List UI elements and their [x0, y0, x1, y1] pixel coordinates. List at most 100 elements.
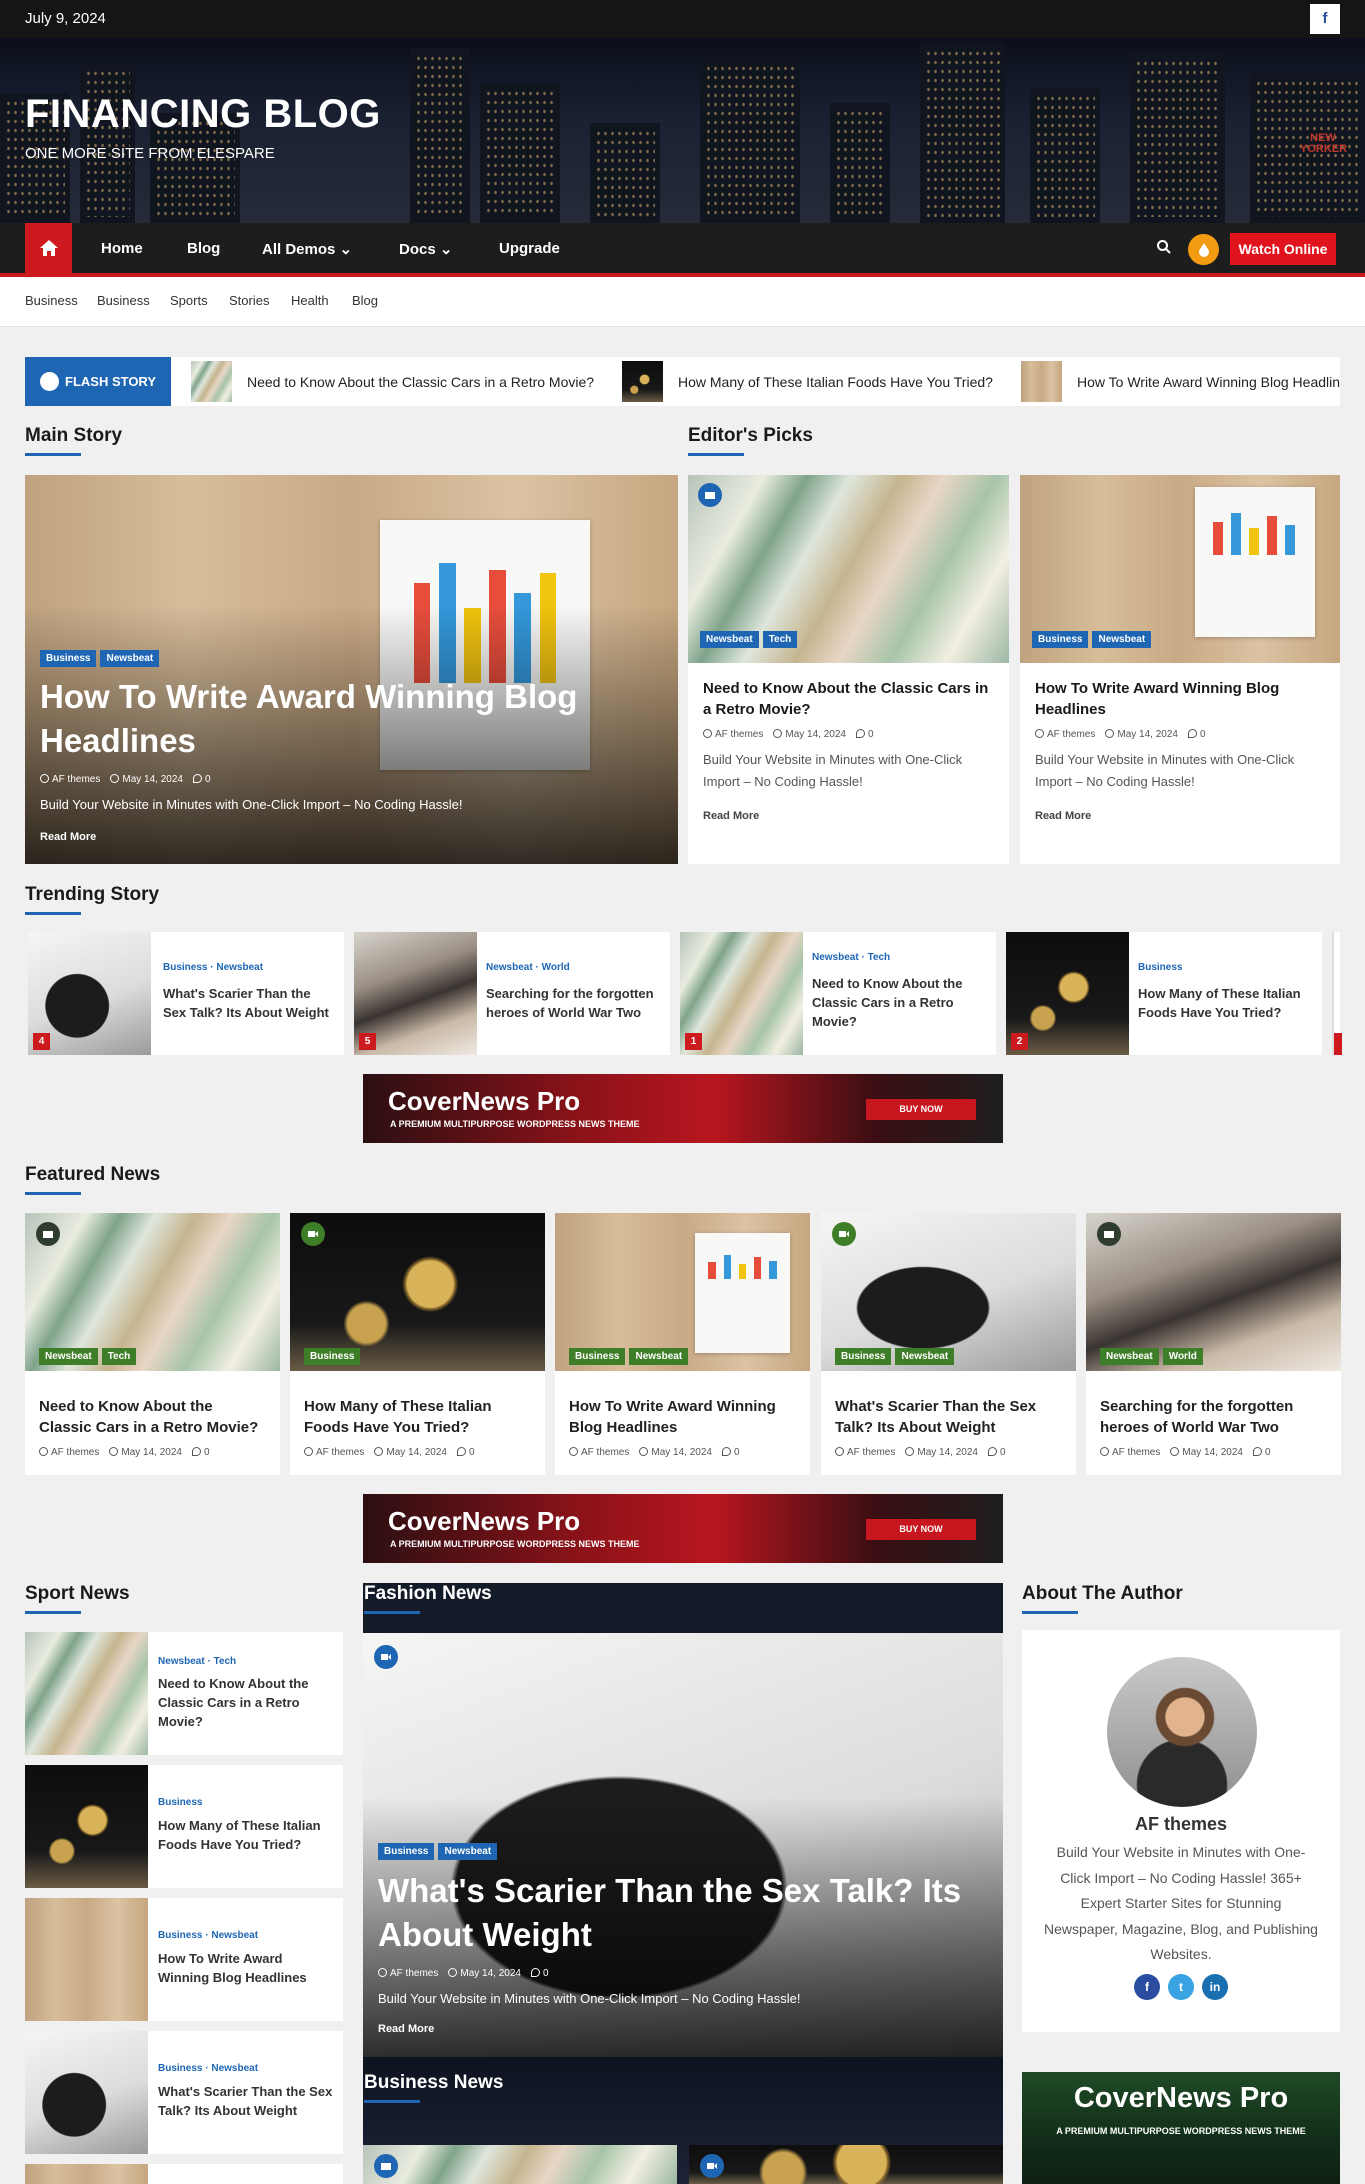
meta-author[interactable]: AF themes: [581, 1447, 629, 1458]
sport-item[interactable]: Business · Newsbeat How To Write Award W…: [25, 1898, 343, 2021]
sport-cats[interactable]: Business: [158, 1797, 202, 1808]
ad-banner[interactable]: CoverNews Pro A PREMIUM MULTIPURPOSE WOR…: [363, 1494, 1003, 1563]
trending-title[interactable]: Searching for the forgotten heroes of Wo…: [486, 984, 656, 1022]
home-icon[interactable]: [25, 223, 72, 273]
card-title[interactable]: How Many of These Italian Foods Have You…: [304, 1396, 534, 1438]
tag[interactable]: World: [1162, 1348, 1203, 1365]
trending-title[interactable]: How Many of These Italian Foods Have You…: [1138, 984, 1308, 1022]
nav-home[interactable]: Home: [101, 240, 143, 257]
nav-upgrade[interactable]: Upgrade: [499, 240, 560, 257]
tag[interactable]: Newsbeat: [700, 631, 759, 648]
meta-comments[interactable]: 0: [1000, 1447, 1006, 1458]
trending-cats[interactable]: Business: [1138, 962, 1182, 973]
tag[interactable]: Newsbeat: [100, 650, 160, 667]
tag[interactable]: Newsbeat: [1100, 1348, 1159, 1365]
sport-cats[interactable]: Business · Newsbeat: [158, 2063, 258, 2074]
buy-now-button[interactable]: BUY NOW: [866, 1519, 976, 1540]
ad-banner[interactable]: CoverNews Pro A PREMIUM MULTIPURPOSE WOR…: [363, 1074, 1003, 1143]
read-more-link[interactable]: Read More: [1035, 810, 1091, 822]
trending-item[interactable]: 5 Newsbeat · World Searching for the for…: [354, 932, 670, 1055]
main-story-card[interactable]: Business Newsbeat How To Write Award Win…: [25, 475, 678, 864]
tag[interactable]: Business: [304, 1348, 361, 1365]
featured-card[interactable]: Newsbeat World Searching for the forgott…: [1086, 1213, 1341, 1475]
submenu-item[interactable]: Sports: [170, 293, 208, 308]
card-image[interactable]: Business Newsbeat: [555, 1213, 810, 1371]
card-title[interactable]: Need to Know About the Classic Cars in a…: [703, 678, 998, 720]
card-title[interactable]: How To Write Award Winning Blog Headline…: [569, 1396, 799, 1438]
trending-item[interactable]: 4 Business · Newsbeat What's Scarier Tha…: [28, 932, 344, 1055]
meta-author[interactable]: AF themes: [390, 1968, 438, 1979]
trending-item[interactable]: 1 Newsbeat · Tech Need to Know About the…: [680, 932, 996, 1055]
watch-online-button[interactable]: Watch Online: [1230, 233, 1336, 265]
read-more-link[interactable]: Read More: [703, 810, 759, 822]
read-more-link[interactable]: Read More: [40, 831, 96, 843]
trending-title[interactable]: What's Scarier Than the Sex Talk? Its Ab…: [163, 984, 333, 1022]
card-image[interactable]: Business: [290, 1213, 545, 1371]
submenu-item[interactable]: Blog: [352, 293, 378, 308]
tag[interactable]: Tech: [101, 1348, 137, 1365]
card-title[interactable]: Need to Know About the Classic Cars in a…: [39, 1396, 269, 1438]
meta-author[interactable]: AF themes: [316, 1447, 364, 1458]
tag[interactable]: Tech: [762, 631, 798, 648]
card-image[interactable]: Newsbeat Tech: [25, 1213, 280, 1371]
editors-pick-card[interactable]: Business Newsbeat How To Write Award Win…: [1020, 475, 1340, 864]
submenu-item[interactable]: Stories: [229, 293, 269, 308]
flash-item[interactable]: How To Write Award Winning Blog Headlin: [1021, 361, 1340, 402]
sport-cats[interactable]: Business · Newsbeat: [158, 1930, 258, 1941]
sport-title[interactable]: How Many of These Italian Foods Have You…: [158, 1816, 333, 1854]
meta-comments[interactable]: 0: [1265, 1447, 1271, 1458]
submenu-item[interactable]: Business: [97, 293, 150, 308]
twitter-icon[interactable]: t: [1168, 1974, 1194, 2000]
sport-title[interactable]: What's Scarier Than the Sex Talk? Its Ab…: [158, 2082, 333, 2120]
card-image[interactable]: Business Newsbeat: [1020, 475, 1340, 663]
fashion-title[interactable]: What's Scarier Than the Sex Talk? Its Ab…: [378, 1869, 978, 1957]
card-title[interactable]: Searching for the forgotten heroes of Wo…: [1100, 1396, 1330, 1438]
linkedin-icon[interactable]: in: [1202, 1974, 1228, 2000]
sport-cats[interactable]: Newsbeat · Tech: [158, 1656, 236, 1667]
meta-author[interactable]: AF themes: [52, 774, 100, 785]
meta-comments[interactable]: 0: [204, 1447, 210, 1458]
main-story-title[interactable]: How To Write Award Winning Blog Headline…: [40, 675, 640, 763]
sport-item[interactable]: Business · Newsbeat What's Scarier Than …: [25, 2031, 343, 2154]
meta-comments[interactable]: 0: [205, 774, 211, 785]
sport-item[interactable]: Newsbeat · Tech Need to Know About the C…: [25, 1632, 343, 1755]
tag[interactable]: Business: [569, 1348, 626, 1365]
side-ad-banner[interactable]: CoverNews Pro A PREMIUM MULTIPURPOSE WOR…: [1022, 2072, 1340, 2184]
meta-author[interactable]: AF themes: [51, 1447, 99, 1458]
meta-comments[interactable]: 0: [543, 1968, 549, 1979]
tag[interactable]: Business: [40, 650, 97, 667]
trending-item[interactable]: 2 Business How Many of These Italian Foo…: [1006, 932, 1322, 1055]
nav-blog[interactable]: Blog: [187, 240, 220, 257]
nav-all-demos[interactable]: All Demos ⌄: [262, 240, 352, 258]
dark-mode-icon[interactable]: [1188, 234, 1219, 265]
submenu-item[interactable]: Business: [25, 293, 78, 308]
business-card-image[interactable]: [363, 2145, 677, 2184]
sport-title[interactable]: Need to Know About the Classic Cars in a…: [158, 1674, 333, 1731]
featured-card[interactable]: Business How Many of These Italian Foods…: [290, 1213, 545, 1475]
editors-pick-card[interactable]: Newsbeat Tech Need to Know About the Cla…: [688, 475, 1009, 864]
flash-item[interactable]: Need to Know About the Classic Cars in a…: [191, 361, 594, 402]
meta-comments[interactable]: 0: [1200, 729, 1206, 740]
featured-card[interactable]: Business Newsbeat What's Scarier Than th…: [821, 1213, 1076, 1475]
card-image[interactable]: Newsbeat Tech: [688, 475, 1009, 663]
featured-card[interactable]: Business Newsbeat How To Write Award Win…: [555, 1213, 810, 1475]
featured-card[interactable]: Newsbeat Tech Need to Know About the Cla…: [25, 1213, 280, 1475]
card-image[interactable]: Business Newsbeat: [821, 1213, 1076, 1371]
tag[interactable]: Newsbeat: [1092, 631, 1152, 648]
meta-author[interactable]: AF themes: [715, 729, 763, 740]
business-card-image[interactable]: [689, 2145, 1003, 2184]
trending-title[interactable]: Need to Know About the Classic Cars in a…: [812, 974, 982, 1031]
tag[interactable]: Newsbeat: [438, 1843, 498, 1860]
meta-author[interactable]: AF themes: [1047, 729, 1095, 740]
tag[interactable]: Business: [835, 1348, 892, 1365]
trending-cats[interactable]: Business · Newsbeat: [163, 962, 263, 973]
trending-cats[interactable]: Newsbeat · Tech: [812, 952, 890, 963]
sport-item[interactable]: Business How Many of These Italian Foods…: [25, 1765, 343, 1888]
tag[interactable]: Newsbeat: [39, 1348, 98, 1365]
tag[interactable]: Business: [378, 1843, 435, 1860]
meta-comments[interactable]: 0: [734, 1447, 740, 1458]
sport-title[interactable]: How To Write Award Winning Blog Headline…: [158, 1949, 333, 1987]
buy-now-button[interactable]: BUY NOW: [866, 1099, 976, 1120]
fashion-feature[interactable]: Business Newsbeat What's Scarier Than th…: [363, 1633, 1003, 2057]
nav-docs[interactable]: Docs ⌄: [399, 240, 452, 258]
